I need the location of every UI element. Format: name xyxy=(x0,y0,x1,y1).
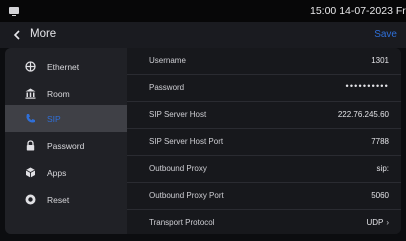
setting-row-outbound-proxy[interactable]: Outbound Proxy sip: xyxy=(127,156,401,183)
sidebar-item-label: Ethernet xyxy=(47,61,80,72)
setting-row-sip-server-host[interactable]: SIP Server Host 222.76.245.60 xyxy=(127,102,401,129)
setting-row-transport-protocol[interactable]: Transport Protocol UDP › xyxy=(127,210,401,234)
lock-icon xyxy=(26,140,35,151)
cube-icon xyxy=(25,167,36,178)
setting-label: Outbound Proxy Port xyxy=(149,191,224,200)
setting-value: 5060 xyxy=(371,191,389,200)
sip-settings-list: Username 1301 Password •••••••••• SIP Se… xyxy=(127,48,401,234)
top-nav-bar: More Save xyxy=(0,22,406,48)
chevron-right-icon: › xyxy=(386,218,389,227)
ethernet-icon xyxy=(25,61,36,72)
sidebar-item-room[interactable]: Room xyxy=(5,80,127,107)
save-button[interactable]: Save xyxy=(374,29,397,40)
setting-value: 7788 xyxy=(371,137,389,146)
setting-row-username[interactable]: Username 1301 xyxy=(127,48,401,75)
setting-label: Username xyxy=(149,56,186,65)
sidebar-item-sip[interactable]: SIP xyxy=(5,105,127,132)
setting-label: Transport Protocol xyxy=(149,218,215,227)
back-label[interactable]: More xyxy=(30,28,56,40)
sidebar-item-label: Password xyxy=(47,140,85,151)
setting-value: •••••••••• xyxy=(345,81,389,91)
setting-label: SIP Server Host Port xyxy=(149,137,224,146)
setting-value: sip: xyxy=(376,164,389,173)
phone-icon xyxy=(26,114,35,123)
sidebar-item-reset[interactable]: Reset xyxy=(5,186,127,213)
setting-row-sip-server-host-port[interactable]: SIP Server Host Port 7788 xyxy=(127,129,401,156)
sidebar-item-ethernet[interactable]: Ethernet xyxy=(5,53,127,80)
sidebar-item-label: Reset xyxy=(47,194,70,205)
chevron-left-icon[interactable] xyxy=(12,30,22,40)
sidebar-item-label: SIP xyxy=(47,113,61,124)
settings-panel: Ethernet Room SIP Password Apps Reset Us… xyxy=(5,48,401,234)
setting-value-wrap: UDP › xyxy=(366,218,389,227)
sidebar-item-label: Room xyxy=(47,88,70,99)
status-datetime: 15:00 14-07-2023 Friday xyxy=(310,5,406,17)
sidebar: Ethernet Room SIP Password Apps Reset xyxy=(5,48,127,234)
setting-label: Password xyxy=(149,83,185,92)
status-bar: 15:00 14-07-2023 Friday xyxy=(0,0,406,22)
sidebar-item-label: Apps xyxy=(47,167,67,178)
setting-label: Outbound Proxy xyxy=(149,164,207,173)
setting-label: SIP Server Host xyxy=(149,110,207,119)
setting-row-password[interactable]: Password •••••••••• xyxy=(127,75,401,102)
setting-row-outbound-proxy-port[interactable]: Outbound Proxy Port 5060 xyxy=(127,183,401,210)
setting-value: 1301 xyxy=(371,56,389,65)
building-icon xyxy=(25,88,36,99)
sidebar-item-apps[interactable]: Apps xyxy=(5,159,127,186)
setting-value: 222.76.245.60 xyxy=(337,110,389,119)
monitor-icon xyxy=(9,7,19,16)
setting-value: UDP xyxy=(366,218,384,227)
reset-icon xyxy=(25,194,36,205)
sidebar-item-password[interactable]: Password xyxy=(5,132,127,159)
